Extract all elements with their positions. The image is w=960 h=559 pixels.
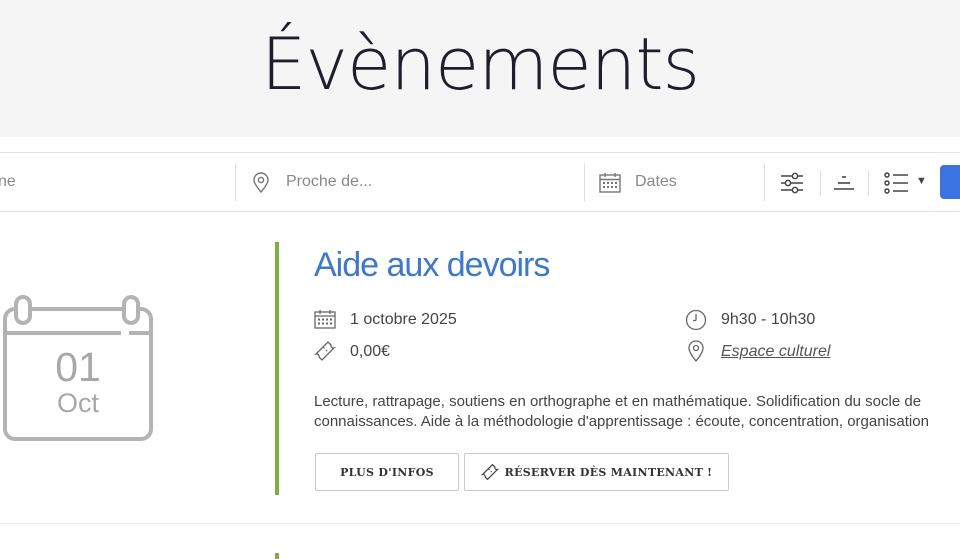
event-description: Lecture, rattrapage, soutiens en orthogr… xyxy=(314,392,960,432)
calendar-icon xyxy=(599,173,621,193)
clock-icon xyxy=(685,309,707,331)
page-header: Évènements xyxy=(0,0,960,137)
event-location-link[interactable]: Espace culturel xyxy=(721,343,830,361)
next-event-accent-bar xyxy=(275,553,279,559)
filter-divider xyxy=(584,163,585,201)
filter-divider xyxy=(868,170,869,196)
event-price: 0,00€ xyxy=(350,343,391,360)
book-now-label: RÉSERVER DÈS MAINTENANT ! xyxy=(504,465,713,479)
filter-divider xyxy=(820,170,821,196)
list-view-icon[interactable] xyxy=(883,171,909,195)
event-time: 9h30 - 10h30 xyxy=(721,311,816,328)
ticket-icon xyxy=(314,341,336,361)
event-day: 01 xyxy=(55,344,101,390)
event-date: 1 octobre 2025 xyxy=(350,311,457,328)
more-info-button[interactable]: PLUS D'INFOS xyxy=(315,453,459,491)
event-card: 01 Oct Aide aux devoirs 1 octobre 2025 9… xyxy=(0,212,960,524)
search-button[interactable] xyxy=(940,165,960,199)
keyword-input[interactable]: ne xyxy=(0,173,16,191)
map-pin-icon xyxy=(688,340,704,362)
event-accent-bar xyxy=(275,242,279,495)
page-title: Évènements xyxy=(260,22,700,106)
event-month: Oct xyxy=(56,388,99,418)
calendar-icon xyxy=(314,310,336,329)
dates-input[interactable]: Dates xyxy=(635,173,677,191)
sliders-icon[interactable] xyxy=(780,171,804,195)
filter-divider xyxy=(235,163,236,201)
filter-divider xyxy=(764,163,765,201)
description-line: Lecture, rattrapage, soutiens en orthogr… xyxy=(314,393,922,410)
location-input[interactable]: Proche de... xyxy=(286,173,372,191)
ticket-icon xyxy=(480,463,499,481)
more-info-label: PLUS D'INFOS xyxy=(340,465,434,479)
description-line: connaissances. Aide à la méthodologie d'… xyxy=(314,413,929,430)
map-pin-icon xyxy=(253,172,269,194)
event-title[interactable]: Aide aux devoirs xyxy=(314,246,550,285)
sort-icon[interactable] xyxy=(833,173,855,193)
filter-bar: ne Proche de... Dates ▼ xyxy=(0,152,960,212)
book-now-button[interactable]: RÉSERVER DÈS MAINTENANT ! xyxy=(464,453,729,491)
caret-down-icon[interactable]: ▼ xyxy=(916,175,927,187)
